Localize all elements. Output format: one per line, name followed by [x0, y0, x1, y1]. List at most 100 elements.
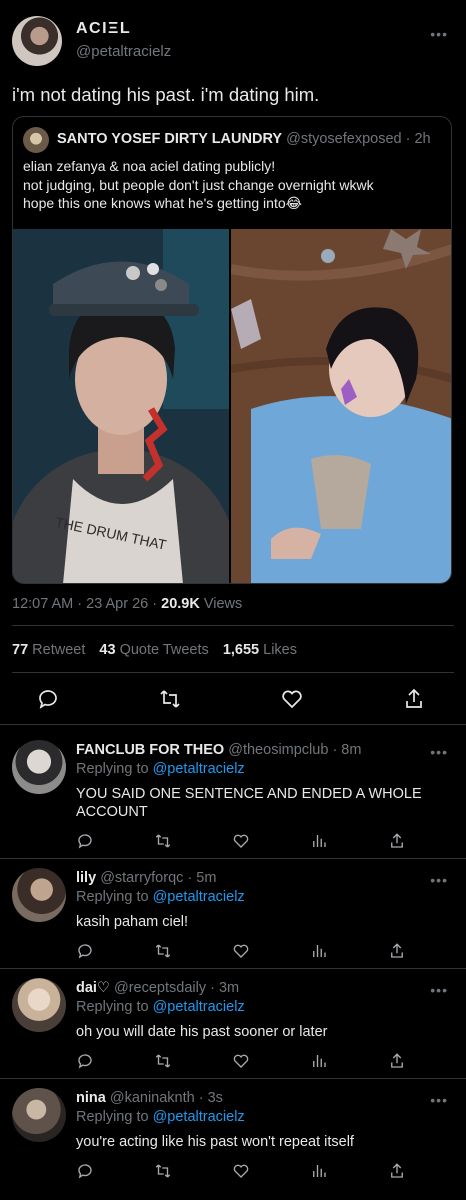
retweet-icon[interactable]: [158, 687, 182, 711]
reply-header: lily @starryforqc · 5m: [76, 870, 216, 886]
reply-header: dai♡ @receptsdaily · 3m: [76, 980, 239, 996]
reply-avatar[interactable]: [12, 1088, 66, 1142]
share-icon[interactable]: [388, 832, 406, 850]
reply-action-bar: [76, 1160, 406, 1182]
tweet-timestamp[interactable]: 12:07 AM · 23 Apr 26 ·: [12, 596, 157, 612]
reply-text-line: you're acting like his past won't repeat…: [76, 1134, 354, 1150]
more-icon[interactable]: •••: [430, 1092, 448, 1108]
divider: [0, 724, 466, 725]
retweet-icon[interactable]: [154, 1052, 172, 1070]
reply-action-bar: [76, 1050, 406, 1072]
reply-handle[interactable]: @kaninaknth: [110, 1090, 195, 1106]
reply-display-name[interactable]: nina: [76, 1090, 106, 1106]
reply-handle[interactable]: @theosimpclub: [228, 742, 328, 758]
divider: [12, 625, 454, 626]
retweet-icon[interactable]: [154, 1162, 172, 1180]
reply-text: oh you will date his past sooner or late…: [76, 1023, 327, 1041]
reply-text: kasih paham ciel!: [76, 913, 188, 931]
main-action-bar: [36, 686, 426, 712]
reply-icon[interactable]: [36, 687, 60, 711]
replying-to-prefix: Replying to: [76, 761, 149, 777]
tweet-text: i'm not dating his past. i'm dating him.: [12, 84, 320, 105]
like-icon[interactable]: [232, 1162, 250, 1180]
retweet-icon[interactable]: [154, 832, 172, 850]
portrait-illustration-right: [231, 229, 451, 583]
more-icon[interactable]: •••: [430, 872, 448, 888]
reply-text-line: ACCOUNT: [76, 804, 148, 820]
retweets-count: 77: [12, 642, 29, 658]
replying-to-handle[interactable]: @petaltracielz: [153, 999, 245, 1015]
likes-count: 1,655: [222, 642, 260, 658]
share-icon[interactable]: [388, 1162, 406, 1180]
more-icon[interactable]: •••: [430, 982, 448, 998]
reply-time: · 5m: [187, 870, 217, 886]
reply-header: FANCLUB FOR THEO @theosimpclub · 8m: [76, 742, 361, 758]
retweets-stat[interactable]: 77 Retweet: [12, 642, 89, 658]
like-icon[interactable]: [232, 942, 250, 960]
reply-time: · 8m: [332, 742, 362, 758]
views-label: Views: [203, 596, 243, 612]
like-icon[interactable]: [280, 687, 304, 711]
like-icon[interactable]: [232, 1052, 250, 1070]
share-icon[interactable]: [402, 687, 426, 711]
tweet-meta: 12:07 AM · 23 Apr 26 · 20.9K Views: [12, 596, 242, 612]
quoted-avatar: [23, 127, 49, 153]
reply-icon[interactable]: [76, 1162, 94, 1180]
reply-avatar[interactable]: [12, 740, 66, 794]
reply-icon[interactable]: [76, 1052, 94, 1070]
replying-to: Replying to @petaltracielz: [76, 999, 245, 1015]
reply-handle[interactable]: @receptsdaily: [114, 980, 206, 996]
author-avatar[interactable]: [12, 16, 62, 66]
reply-action-bar: [76, 830, 406, 852]
reply-avatar[interactable]: [12, 868, 66, 922]
reply-text-line: kasih paham ciel!: [76, 914, 189, 930]
replying-to-handle[interactable]: @petaltracielz: [153, 761, 245, 777]
divider: [0, 1078, 466, 1079]
tweet-stats: 77 Retweet 43 Quote Tweets 1,655 Likes: [12, 642, 297, 658]
retweets-label: Retweet: [32, 642, 86, 658]
quoted-text-line: not judging, but people don't just chang…: [23, 176, 374, 193]
quoted-image-left[interactable]: THE DRUM THAT: [13, 229, 229, 583]
quotes-label: Quote Tweets: [119, 642, 209, 658]
more-icon[interactable]: •••: [430, 26, 448, 42]
quotes-count: 43: [99, 642, 116, 658]
reply-icon[interactable]: [76, 832, 94, 850]
replying-to: Replying to @petaltracielz: [76, 889, 245, 905]
quoted-tweet-card[interactable]: SANTO YOSEF DIRTY LAUNDRY @styosefexpose…: [12, 116, 452, 584]
reply-display-name[interactable]: dai♡: [76, 980, 110, 996]
retweet-icon[interactable]: [154, 942, 172, 960]
author-display-name[interactable]: ACIΞL: [76, 20, 131, 38]
likes-label: Likes: [263, 642, 297, 658]
quoted-time: · 2h: [405, 131, 431, 147]
more-icon[interactable]: •••: [430, 744, 448, 760]
likes-stat[interactable]: 1,655 Likes: [223, 642, 297, 658]
views-icon[interactable]: [310, 1052, 328, 1070]
quotes-stat[interactable]: 43 Quote Tweets: [99, 642, 212, 658]
reply-handle[interactable]: @starryforqc: [100, 870, 183, 886]
divider: [12, 672, 454, 673]
quoted-text-line: elian zefanya & noa aciel dating publicl…: [23, 158, 276, 174]
views-icon[interactable]: [310, 942, 328, 960]
reply-time: · 3m: [210, 980, 240, 996]
reply-avatar[interactable]: [12, 978, 66, 1032]
like-icon[interactable]: [232, 832, 250, 850]
reply-display-name[interactable]: lily: [76, 870, 96, 886]
author-handle[interactable]: @petaltracielz: [76, 43, 171, 60]
reply-header: nina @kaninaknth · 3s: [76, 1090, 223, 1106]
reply-action-bar: [76, 940, 406, 962]
replying-to: Replying to @petaltracielz: [76, 761, 245, 777]
replying-to-prefix: Replying to: [76, 999, 149, 1015]
views-count: 20.9K: [161, 596, 200, 612]
divider: [0, 968, 466, 969]
reply-icon[interactable]: [76, 942, 94, 960]
quoted-handle: @styosefexposed: [286, 131, 402, 147]
replying-to-handle[interactable]: @petaltracielz: [153, 1109, 245, 1125]
divider: [0, 858, 466, 859]
share-icon[interactable]: [388, 1052, 406, 1070]
share-icon[interactable]: [388, 942, 406, 960]
views-icon[interactable]: [310, 1162, 328, 1180]
views-icon[interactable]: [310, 832, 328, 850]
reply-display-name[interactable]: FANCLUB FOR THEO: [76, 742, 224, 758]
quoted-image-right[interactable]: [231, 229, 451, 583]
replying-to-handle[interactable]: @petaltracielz: [153, 889, 245, 905]
